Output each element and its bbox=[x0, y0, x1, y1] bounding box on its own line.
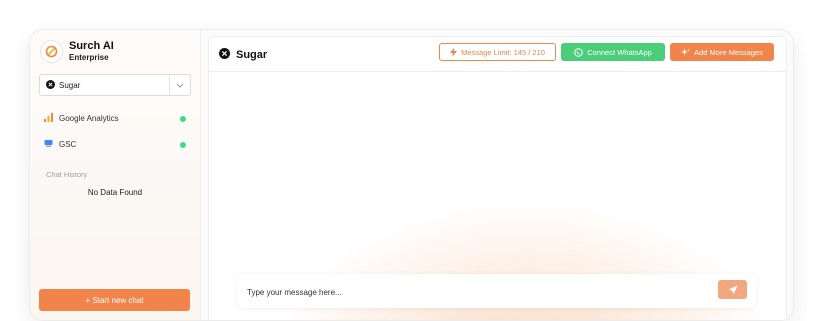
chat-header: Sugar Message Limit: 145 / 210 Connect W… bbox=[209, 37, 786, 72]
sparkle-icon bbox=[681, 48, 690, 55]
brand-subtitle: Enterprise bbox=[69, 53, 109, 62]
brand-name: Surch AI bbox=[69, 40, 114, 52]
lightning-icon bbox=[450, 47, 458, 57]
send-button[interactable] bbox=[718, 280, 747, 299]
status-dot bbox=[180, 115, 186, 122]
status-dot bbox=[180, 141, 186, 148]
chat-history-label: Chat History bbox=[46, 170, 88, 179]
add-more-messages-label: Add More Messages bbox=[694, 47, 763, 57]
gsc-icon bbox=[44, 139, 53, 150]
x-logo-icon bbox=[46, 79, 55, 91]
analytics-bars-icon bbox=[44, 113, 53, 124]
source-google-analytics[interactable]: Google Analytics bbox=[44, 113, 186, 124]
source-name: GSC bbox=[59, 140, 77, 149]
connect-whatsapp-label: Connect WhatsApp bbox=[587, 47, 652, 57]
source-name: Google Analytics bbox=[59, 114, 119, 123]
x-logo-icon bbox=[219, 46, 230, 64]
chat-panel: Sugar Message Limit: 145 / 210 Connect W… bbox=[208, 36, 787, 320]
add-more-messages-button[interactable]: Add More Messages bbox=[670, 43, 774, 61]
message-limit-label: Message Limit: 145 / 210 bbox=[461, 47, 545, 57]
source-gsc[interactable]: GSC bbox=[44, 139, 186, 150]
site-select-value: Sugar bbox=[59, 80, 81, 90]
chevron-down-icon[interactable] bbox=[169, 75, 190, 95]
start-new-chat-button[interactable]: + Start new chat bbox=[39, 289, 190, 311]
page-title: Sugar bbox=[236, 49, 268, 61]
brand: Surch AI Enterprise bbox=[40, 40, 114, 63]
connect-whatsapp-button[interactable]: Connect WhatsApp bbox=[561, 43, 665, 61]
empty-history-message: No Data Found bbox=[87, 188, 143, 197]
message-input[interactable] bbox=[245, 282, 709, 302]
app-window: Surch AI Enterprise Sugar Google Analyti… bbox=[29, 29, 794, 321]
site-select[interactable]: Sugar bbox=[39, 74, 191, 96]
whatsapp-icon bbox=[574, 47, 583, 57]
surch-logo-icon bbox=[40, 40, 63, 63]
message-limit-button[interactable]: Message Limit: 145 / 210 bbox=[439, 43, 556, 61]
send-icon bbox=[728, 285, 737, 294]
sidebar: Surch AI Enterprise Sugar Google Analyti… bbox=[30, 30, 201, 320]
message-composer bbox=[237, 274, 756, 308]
